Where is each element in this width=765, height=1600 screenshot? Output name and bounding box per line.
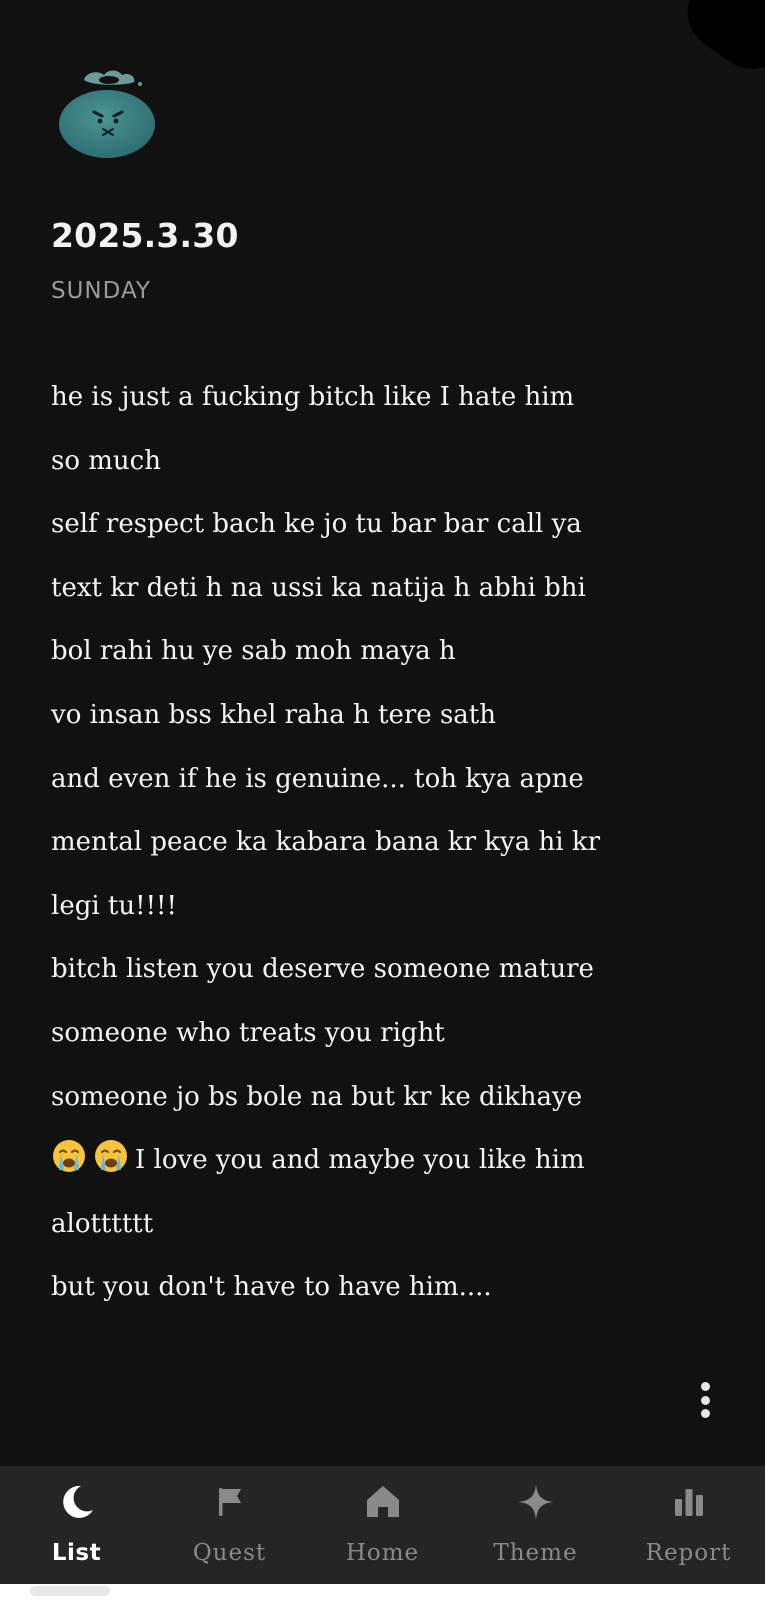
entry-line-text: someone jo bs bole na but kr ke dikhaye (51, 1081, 583, 1112)
entry-line: someone jo bs bole na but kr ke dikhaye (51, 1066, 711, 1130)
moon-icon (62, 1485, 93, 1518)
system-bottom-strip (0, 1584, 765, 1600)
entry-line-text: and even if he is genuine... toh kya apn… (51, 763, 584, 794)
bar-chart-icon (674, 1489, 703, 1516)
entry-line: I love you and maybe you like him (51, 1129, 711, 1193)
tab-theme[interactable]: Theme (459, 1466, 612, 1584)
home-indicator (30, 1586, 110, 1596)
entry-line: legi tu!!!! (51, 875, 711, 939)
tab-home[interactable]: Home (306, 1466, 459, 1584)
tab-list-label: List (51, 1540, 102, 1566)
entry-line: vo insan bss khel raha h tere sath (51, 684, 711, 748)
tab-quest-label: Quest (192, 1540, 267, 1566)
entry-line-text: vo insan bss khel raha h tere sath (51, 699, 496, 730)
entry-line: someone who treats you right (51, 1002, 711, 1066)
entry-line-text: but you don't have to have him.... (51, 1272, 492, 1303)
crying-face-emoji (95, 1140, 127, 1173)
entry-weekday: SUNDAY (51, 278, 151, 304)
entry-line-text: he is just a fucking bitch like I hate h… (51, 382, 575, 412)
entry-line-text: mental peace ka kabara bana kr kya hi kr (51, 827, 600, 858)
entry-line-text: self respect bach ke jo tu bar bar call … (51, 509, 582, 540)
crying-face-emoji (53, 1140, 85, 1173)
tab-home-label: Home (345, 1540, 420, 1566)
entry-line-text: alotttttt (51, 1208, 154, 1239)
bottom-tab-bar: List Quest Home Theme Report (0, 1466, 765, 1584)
tab-list[interactable]: List (0, 1466, 153, 1584)
entry-line: and even if he is genuine... toh kya apn… (51, 748, 711, 812)
entry-line: he is just a fucking bitch like I hate h… (51, 366, 711, 430)
flag-icon (218, 1488, 241, 1516)
entry-line-text: I love you and maybe you like him (135, 1145, 585, 1176)
entry-line: text kr deti h na ussi ka natija h abhi … (51, 557, 711, 621)
vertical-ellipsis-icon (700, 1382, 710, 1391)
tab-report-label: Report (645, 1540, 732, 1566)
tab-quest[interactable]: Quest (153, 1466, 306, 1584)
ellipsis-dot (700, 1395, 710, 1405)
entry-line-text: bol rahi hu ye sab moh maya h (51, 636, 456, 667)
entry-line-text: legi tu!!!! (51, 890, 177, 921)
entry-line: alotttttt (51, 1193, 711, 1257)
diary-entry-screen: 2025.3.30 SUNDAY he is just a fucking bi… (0, 0, 765, 1600)
ellipsis-dot (700, 1409, 710, 1418)
entry-line-text: so much (51, 445, 161, 476)
sparkle-icon (517, 1484, 554, 1520)
tab-theme-label: Theme (493, 1540, 578, 1566)
entry-line: bitch listen you deserve someone mature (51, 938, 711, 1002)
more-options-button[interactable] (692, 1378, 718, 1422)
entry-date: 2025.3.30 (51, 216, 239, 255)
entry-line: self respect bach ke jo tu bar bar call … (51, 493, 711, 557)
entry-line-text: text kr deti h na ussi ka natija h abhi … (51, 572, 586, 603)
entry-line: but you don't have to have him.... (51, 1256, 711, 1320)
angry-cloud-mood-icon (59, 70, 155, 158)
entry-line-text: someone who treats you right (51, 1017, 445, 1048)
entry-text[interactable]: he is just a fucking bitch like I hate h… (51, 366, 711, 1320)
house-icon (366, 1486, 399, 1517)
corner-decoration (672, 0, 765, 85)
tab-report[interactable]: Report (612, 1466, 765, 1584)
entry-line-text: bitch listen you deserve someone mature (51, 954, 594, 985)
entry-line: mental peace ka kabara bana kr kya hi kr (51, 811, 711, 875)
entry-line: bol rahi hu ye sab moh maya h (51, 620, 711, 684)
entry-line: so much (51, 430, 711, 494)
